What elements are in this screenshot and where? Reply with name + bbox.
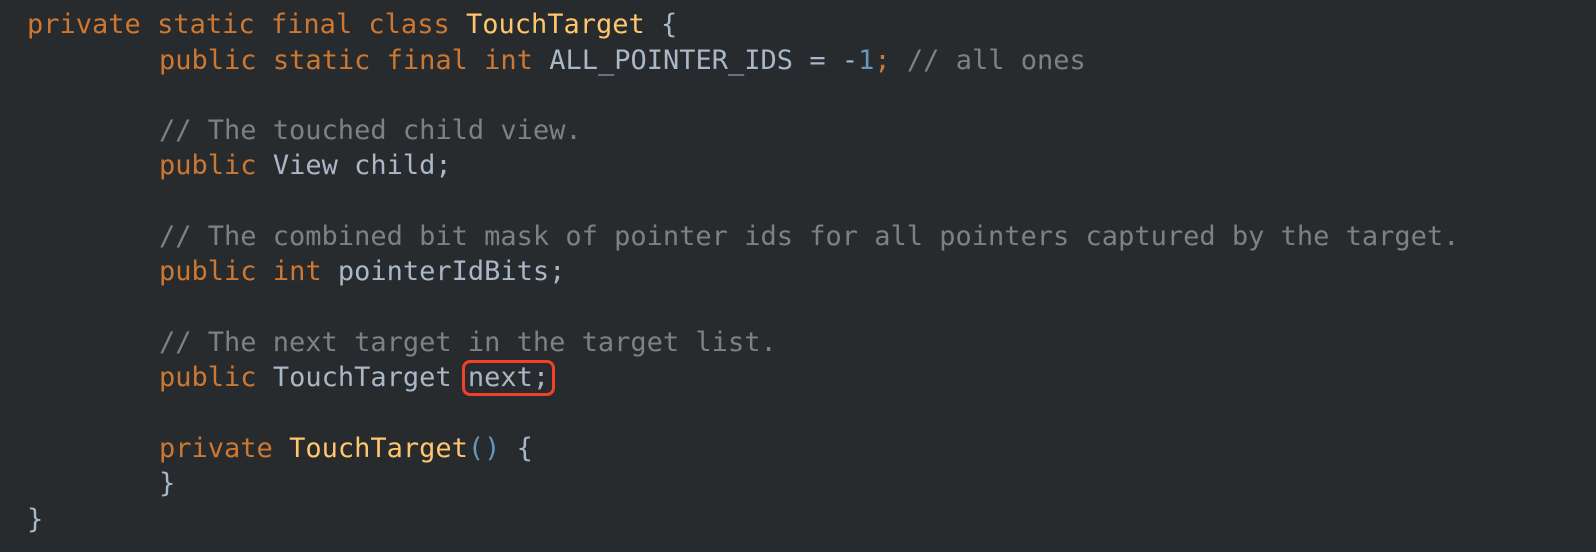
close-brace: } xyxy=(159,468,176,499)
keyword-final: final xyxy=(270,9,353,40)
code-line-5: // The combined bit mask of pointer ids … xyxy=(159,219,1459,255)
code-line-4: public View child; xyxy=(159,148,452,184)
comment-next-target: // The next target in the target list. xyxy=(159,327,777,358)
inline-comment: // all ones xyxy=(906,45,1086,76)
keyword-static: static xyxy=(272,45,371,76)
keyword-public: public xyxy=(159,256,257,287)
code-editor[interactable]: private static final class TouchTarget {… xyxy=(0,0,1596,552)
code-line-3: // The touched child view. xyxy=(159,113,582,149)
comment-touched-child: // The touched child view. xyxy=(159,115,582,146)
code-line-10: } xyxy=(159,466,175,502)
code-line-6: public int pointerIdBits; xyxy=(159,254,565,290)
close-brace: } xyxy=(27,504,44,535)
type-touch-target: TouchTarget xyxy=(272,362,452,393)
constructor-name: TouchTarget xyxy=(289,433,468,464)
code-line-11: } xyxy=(27,502,43,538)
keyword-public: public xyxy=(159,150,257,181)
keyword-static: static xyxy=(157,9,255,40)
keyword-public: public xyxy=(159,45,257,76)
constant-name: ALL_POINTER_IDS xyxy=(549,45,794,76)
open-brace: { xyxy=(516,433,533,464)
type-view: View xyxy=(272,150,338,181)
comment-bit-mask: // The combined bit mask of pointer ids … xyxy=(159,221,1460,252)
assign-operator: = xyxy=(809,45,826,76)
code-line-7: // The next target in the target list. xyxy=(159,325,777,361)
keyword-int: int xyxy=(272,256,322,287)
code-line-9: private TouchTarget() { xyxy=(159,431,533,467)
code-line-2: public static final int ALL_POINTER_IDS … xyxy=(159,43,1086,79)
code-line-8: public TouchTarget next; xyxy=(159,360,556,396)
field-child: child; xyxy=(354,150,452,181)
code-line-1: private static final class TouchTarget { xyxy=(27,7,677,43)
number-literal: 1 xyxy=(858,45,875,76)
keyword-class: class xyxy=(368,9,450,40)
minus-operator: - xyxy=(841,45,859,76)
semicolon: ; xyxy=(874,45,891,76)
highlighted-field-next: next; xyxy=(461,360,556,396)
keyword-final: final xyxy=(386,45,468,76)
keyword-int: int xyxy=(484,45,533,76)
field-pointer-id-bits: pointerIdBits; xyxy=(337,256,566,287)
keyword-private: private xyxy=(27,9,141,40)
keyword-private: private xyxy=(159,433,273,464)
class-name: TouchTarget xyxy=(465,9,645,40)
open-brace: { xyxy=(661,9,678,40)
keyword-public: public xyxy=(159,362,257,393)
parentheses: () xyxy=(467,433,501,464)
